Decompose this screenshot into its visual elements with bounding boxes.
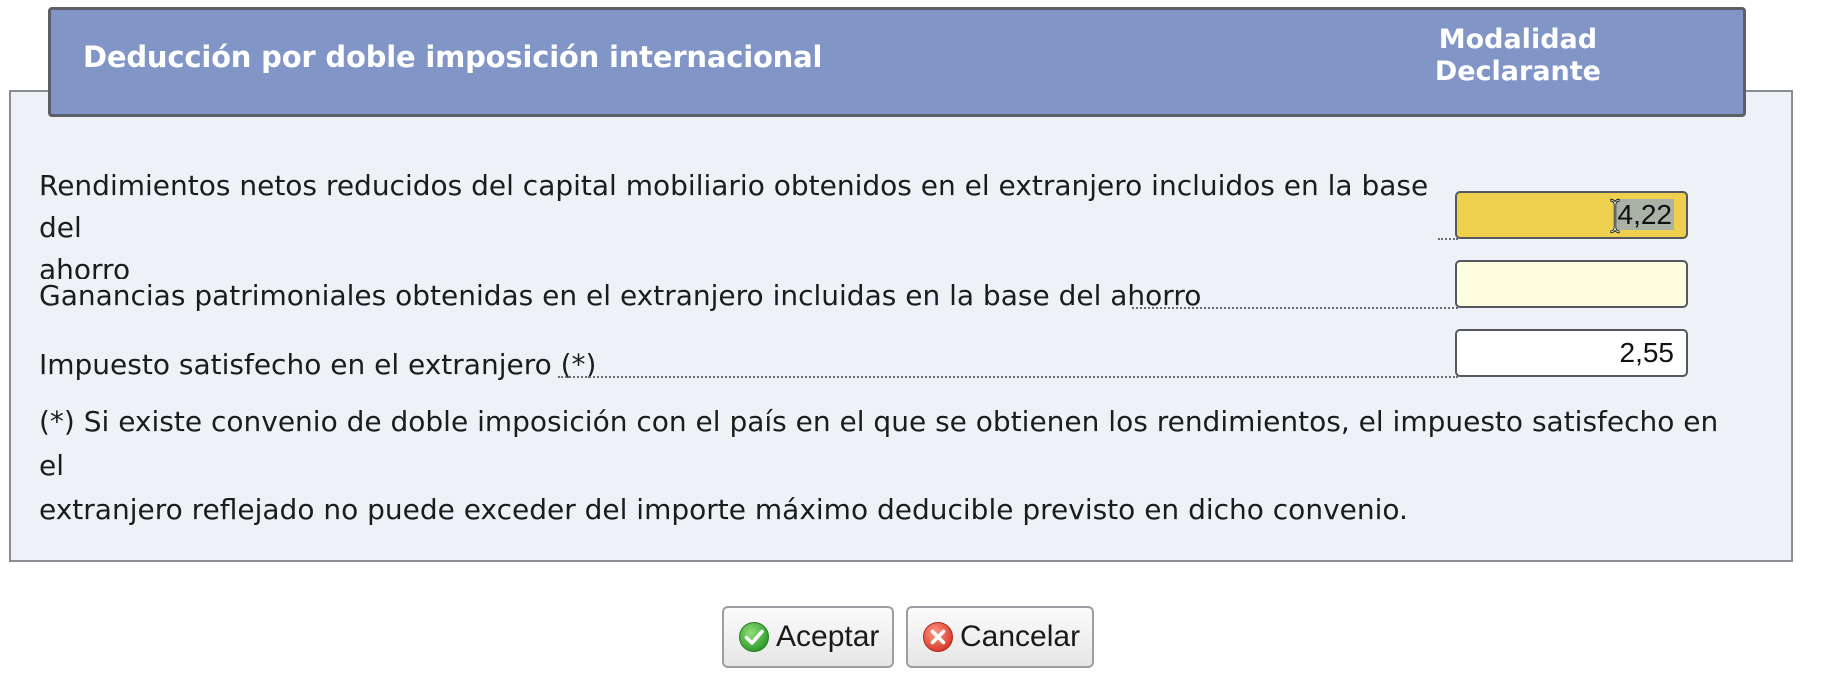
cancel-button[interactable]: Cancelar [906, 606, 1094, 668]
row-ganancias-label-text: Ganancias patrimoniales obtenidas en el … [39, 279, 1204, 312]
close-circle-icon [923, 622, 953, 652]
row-ganancias-label: Ganancias patrimoniales obtenidas en el … [39, 275, 1459, 317]
modality-label: Modalidad Declarante [1435, 24, 1601, 88]
section-title: Deducción por doble imposición internaci… [83, 40, 823, 74]
dotted-leader [1132, 307, 1458, 309]
row-impuesto-label-text: Impuesto satisfecho en el extranjero (*) [39, 348, 599, 381]
selected-text: 4,22 [1615, 199, 1674, 230]
accept-button[interactable]: Aceptar [722, 606, 894, 668]
modality-line-2: Declarante [1434, 56, 1601, 87]
text-cursor-icon [1609, 198, 1621, 234]
ganancias-input[interactable] [1455, 260, 1688, 308]
row-rendimientos-label-line-1: Rendimientos netos reducidos del capital… [39, 169, 1429, 244]
impuesto-input[interactable]: 2,55 [1455, 329, 1688, 377]
footnote: (*) Si existe convenio de doble imposici… [39, 400, 1739, 532]
rendimientos-input[interactable]: 4,22 [1455, 191, 1688, 239]
modality-line-1: Modalidad [1438, 24, 1598, 55]
dotted-leader [558, 376, 1458, 378]
dotted-leader [1438, 238, 1458, 240]
row-rendimientos-label: Rendimientos netos reducidos del capital… [39, 165, 1459, 291]
footnote-line-1: (*) Si existe convenio de doble imposici… [39, 405, 1719, 482]
row-impuesto-label: Impuesto satisfecho en el extranjero (*) [39, 344, 1459, 386]
cancel-button-label: Cancelar [960, 620, 1081, 653]
footnote-line-2: extranjero reflejado no puede exceder de… [39, 493, 1408, 526]
accept-button-label: Aceptar [776, 620, 880, 653]
check-circle-icon [739, 622, 769, 652]
section-header: Deducción por doble imposición internaci… [48, 7, 1746, 117]
